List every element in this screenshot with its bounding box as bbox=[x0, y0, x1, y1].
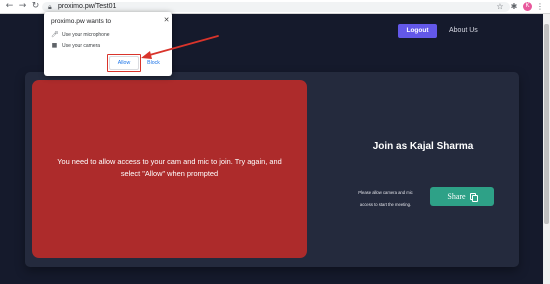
puzzle-icon[interactable]: ✱ bbox=[509, 1, 519, 12]
close-icon[interactable]: ✕ bbox=[163, 16, 170, 24]
logout-button[interactable]: Logout bbox=[398, 24, 437, 38]
lock-icon[interactable]: 🔒︎ bbox=[48, 3, 52, 11]
block-button[interactable]: Block bbox=[141, 56, 166, 70]
address-bar[interactable]: 🔒︎ proximo.pw/Test01 bbox=[42, 2, 510, 12]
permission-label: Use your camera bbox=[62, 43, 101, 49]
allow-highlight-box bbox=[107, 54, 141, 72]
join-title: Join as Kajal Sharma bbox=[372, 141, 474, 152]
camera-icon: ■ bbox=[51, 42, 58, 49]
video-error-message: You need to allow access to your cam and… bbox=[57, 157, 282, 178]
permission-microphone: 🎤︎ Use your microphone bbox=[51, 31, 161, 39]
microphone-icon: 🎤︎ bbox=[51, 31, 59, 38]
copy-icon bbox=[469, 193, 478, 202]
scrollbar-thumb[interactable] bbox=[544, 24, 549, 224]
permission-label: Use your microphone bbox=[62, 32, 110, 38]
popup-title: proximo.pw wants to bbox=[51, 18, 112, 25]
back-arrow-icon[interactable]: ← bbox=[4, 1, 15, 12]
reload-icon[interactable]: ↻ bbox=[30, 1, 41, 12]
kebab-menu-icon[interactable]: ⋮ bbox=[535, 1, 545, 12]
about-us-link[interactable]: About Us bbox=[449, 25, 478, 37]
star-icon[interactable]: ☆ bbox=[495, 1, 505, 12]
share-button[interactable]: Share bbox=[430, 187, 494, 206]
forward-arrow-icon[interactable]: → bbox=[17, 1, 28, 12]
avatar[interactable]: K bbox=[523, 2, 532, 11]
permission-instruction: Please allow camera and mic access to st… bbox=[358, 190, 413, 207]
permission-camera: ■ Use your camera bbox=[51, 42, 161, 50]
url-text[interactable]: proximo.pw/Test01 bbox=[58, 2, 116, 12]
video-preview-error: You need to allow access to your cam and… bbox=[32, 80, 307, 258]
share-label: Share bbox=[447, 192, 466, 201]
page-scrollbar[interactable] bbox=[543, 14, 550, 284]
